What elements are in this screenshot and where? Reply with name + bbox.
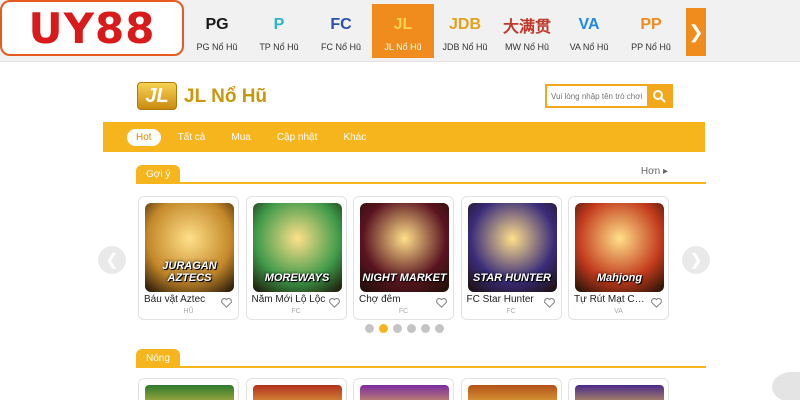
more-link[interactable]: Hơn ▸ bbox=[641, 166, 668, 177]
carousel-dot[interactable] bbox=[421, 324, 430, 333]
provider-label: FC Nổ Hũ bbox=[320, 42, 361, 52]
tab-item[interactable]: Hot bbox=[127, 128, 161, 146]
game-thumbnail[interactable] bbox=[252, 385, 342, 400]
provider-next-button[interactable]: ❯ bbox=[686, 8, 706, 56]
game-thumbnail[interactable]: Mahjong bbox=[575, 203, 664, 292]
provider-label: JL Nổ Hũ bbox=[384, 42, 422, 52]
carousel-dot[interactable] bbox=[379, 324, 388, 333]
suggest-section-header: Gợi ý Hơn ▸ bbox=[136, 162, 706, 184]
provider-list: PG PG Nổ Hũ P TP Nổ Hũ FC FC Nổ Hũ JL JL Nổ Hũ J… bbox=[186, 4, 682, 58]
game-name: FC Star Hunter bbox=[466, 294, 534, 305]
provider-logo-icon: JDB bbox=[448, 16, 481, 33]
search-box bbox=[545, 84, 673, 108]
chevron-right-icon: ❯ bbox=[688, 21, 704, 42]
game-card[interactable]: JURAGAN AZTECS Báu vật Aztec HŨ bbox=[138, 196, 239, 320]
game-provider: FC bbox=[398, 308, 409, 315]
game-name: Năm Mới Lộ Lộc bbox=[251, 294, 326, 305]
chevron-right-icon: ❯ bbox=[689, 252, 703, 269]
more-label: Hơn bbox=[640, 166, 661, 177]
chevron-right-icon: ▸ bbox=[662, 166, 668, 177]
provider-item[interactable]: PG PG Nổ Hũ bbox=[186, 4, 248, 58]
provider-item[interactable]: PP PP Nổ Hũ bbox=[620, 4, 682, 58]
game-provider: FC bbox=[291, 308, 301, 315]
provider-item[interactable]: JDB JDB Nổ Hũ bbox=[434, 4, 496, 58]
provider-logo-icon: 大满贯 bbox=[502, 19, 551, 36]
game-card[interactable]: STAR HUNTER FC Star Hunter FC bbox=[460, 196, 562, 320]
game-provider: VA bbox=[614, 308, 623, 315]
brand-logo[interactable]: UY88 bbox=[0, 0, 184, 56]
carousel-dot[interactable] bbox=[365, 324, 374, 333]
provider-logo-icon: P bbox=[273, 16, 285, 33]
suggest-title: Gợi ý bbox=[136, 165, 181, 184]
game-thumbnail[interactable]: STAR HUNTER bbox=[467, 203, 557, 292]
search-button[interactable] bbox=[647, 86, 671, 106]
provider-item[interactable]: 大满贯 MW Nổ Hũ bbox=[496, 4, 558, 58]
provider-item[interactable]: FC FC Nổ Hũ bbox=[310, 4, 372, 58]
game-provider: FC bbox=[506, 308, 516, 315]
floating-widget[interactable] bbox=[772, 372, 800, 400]
provider-bar: UY88 PG PG Nổ Hũ P TP Nổ Hũ FC FC Nổ Hũ JL JL N… bbox=[0, 0, 800, 62]
game-art-title: Mahjong bbox=[596, 272, 643, 284]
provider-label: TP Nổ Hũ bbox=[259, 42, 299, 52]
provider-item[interactable]: JL JL Nổ Hũ bbox=[372, 4, 434, 58]
provider-logo-icon: PG bbox=[205, 16, 229, 33]
game-name: Tự Rút Mạt Chược bbox=[574, 294, 648, 305]
search-input[interactable] bbox=[547, 86, 647, 106]
provider-logo-icon: FC bbox=[330, 16, 352, 33]
game-card[interactable] bbox=[353, 378, 454, 400]
provider-logo-icon: PP bbox=[640, 16, 662, 33]
game-art-title: NIGHT MARKET bbox=[362, 272, 447, 284]
provider-label: VA Nổ Hũ bbox=[569, 42, 609, 52]
game-card[interactable] bbox=[138, 378, 239, 400]
carousel-next-button[interactable]: ❯ bbox=[682, 246, 710, 274]
hot-section-header: Nóng bbox=[136, 346, 706, 368]
game-card[interactable]: NIGHT MARKET Chợ đêm FC bbox=[353, 196, 454, 320]
brand-name: UY88 bbox=[28, 3, 156, 53]
carousel-dot[interactable] bbox=[393, 324, 402, 333]
game-thumbnail[interactable]: MOREWAYS bbox=[252, 203, 342, 292]
provider-logo-icon: VA bbox=[578, 16, 600, 33]
game-carousel: JURAGAN AZTECS Báu vật Aztec HŨ MOREWAYS Năm… bbox=[138, 196, 676, 320]
tab-item[interactable]: Mua bbox=[231, 132, 250, 143]
provider-item[interactable]: VA VA Nổ Hũ bbox=[558, 4, 620, 58]
provider-item[interactable]: P TP Nổ Hũ bbox=[248, 4, 310, 58]
game-thumbnail[interactable] bbox=[575, 385, 664, 400]
game-thumbnail[interactable]: NIGHT MARKET bbox=[360, 203, 449, 292]
hot-title: Nóng bbox=[136, 349, 180, 368]
carousel-dots bbox=[365, 324, 449, 333]
provider-label: PG Nổ Hũ bbox=[196, 42, 238, 52]
game-art-title: STAR HUNTER bbox=[472, 272, 551, 284]
search-icon bbox=[653, 90, 666, 103]
game-thumbnail[interactable] bbox=[360, 385, 449, 400]
tab-item[interactable]: Tất cả bbox=[178, 132, 206, 143]
tab-item[interactable]: Khác bbox=[343, 132, 366, 143]
jl-logo: JL bbox=[137, 82, 177, 110]
game-art-title: JURAGAN AZTECS bbox=[162, 260, 217, 284]
game-thumbnail[interactable]: JURAGAN AZTECS bbox=[145, 203, 234, 292]
game-name: Báu vật Aztec bbox=[144, 294, 206, 305]
game-provider: HŨ bbox=[183, 308, 194, 315]
chevron-left-icon: ❮ bbox=[105, 252, 119, 269]
game-thumbnail[interactable] bbox=[467, 385, 557, 400]
page: UY88 PG PG Nổ Hũ P TP Nổ Hũ FC FC Nổ Hũ JL JL N… bbox=[0, 0, 800, 400]
provider-label: PP Nổ Hũ bbox=[631, 42, 671, 52]
tab-item[interactable]: Cập nhật bbox=[277, 132, 318, 143]
game-thumbnail[interactable] bbox=[145, 385, 234, 400]
carousel-dot[interactable] bbox=[407, 324, 416, 333]
category-tabs: Hot Tất cả Mua Cập nhật Khác bbox=[103, 122, 705, 152]
provider-label: JDB Nổ Hũ bbox=[442, 42, 488, 52]
game-name: Chợ đêm bbox=[359, 294, 401, 305]
game-art-title: MOREWAYS bbox=[264, 272, 330, 284]
game-card[interactable] bbox=[245, 378, 347, 400]
game-card[interactable]: Mahjong Tự Rút Mạt Chược VA bbox=[568, 196, 669, 320]
game-card[interactable] bbox=[568, 378, 669, 400]
game-card[interactable] bbox=[460, 378, 562, 400]
carousel-dot[interactable] bbox=[435, 324, 444, 333]
provider-label: MW Nổ Hũ bbox=[504, 42, 549, 52]
game-card[interactable]: MOREWAYS Năm Mới Lộ Lộc FC bbox=[245, 196, 347, 320]
hot-game-list bbox=[138, 378, 676, 400]
page-title: JL Nổ Hũ bbox=[184, 86, 268, 107]
provider-logo-icon: JL bbox=[393, 16, 413, 33]
carousel-prev-button[interactable]: ❮ bbox=[98, 246, 126, 274]
